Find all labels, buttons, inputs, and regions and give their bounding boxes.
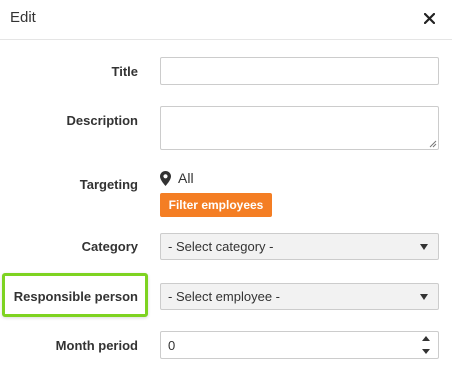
spinner-down-button[interactable]: [416, 345, 436, 358]
month-period-spinner: [416, 332, 436, 358]
targeting-value-text: All: [178, 170, 194, 186]
category-label: Category: [81, 239, 138, 254]
chevron-up-icon: [422, 336, 430, 341]
category-select[interactable]: - Select category -: [160, 233, 439, 260]
edit-dialog: Edit Title Description Targeting All Fil…: [0, 0, 452, 366]
title-label: Title: [111, 64, 139, 79]
targeting-value: All: [160, 170, 194, 186]
month-period-input[interactable]: 0: [160, 331, 439, 359]
caret-down-icon: [420, 294, 428, 300]
description-label: Description: [66, 113, 138, 128]
close-button[interactable]: [420, 9, 438, 27]
responsible-person-label: Responsible person: [13, 289, 138, 304]
responsible-person-select-value: - Select employee -: [168, 289, 280, 304]
map-pin-icon: [160, 170, 171, 186]
resize-grip-icon[interactable]: [428, 139, 437, 148]
filter-employees-button[interactable]: Filter employees: [160, 193, 272, 217]
caret-down-icon: [420, 244, 428, 250]
spinner-up-button[interactable]: [416, 332, 436, 345]
targeting-label: Targeting: [79, 177, 138, 192]
chevron-down-icon: [422, 349, 430, 354]
dialog-title: Edit: [10, 9, 36, 26]
description-textarea[interactable]: [160, 106, 439, 150]
close-icon: [423, 12, 435, 24]
category-select-value: - Select category -: [168, 239, 274, 254]
month-period-label: Month period: [55, 338, 138, 353]
responsible-person-select[interactable]: - Select employee -: [160, 283, 439, 310]
dialog-header: Edit: [0, 0, 452, 40]
title-input[interactable]: [160, 57, 439, 85]
month-period-value: 0: [168, 338, 176, 353]
